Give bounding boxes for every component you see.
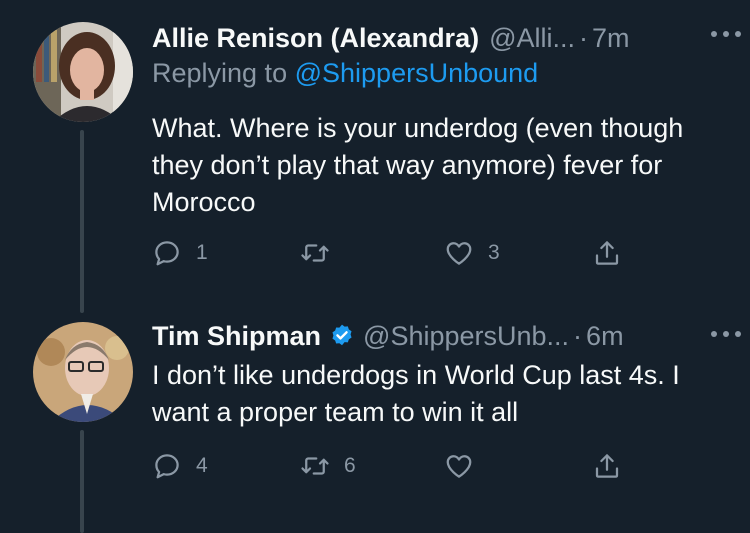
tweet-header: Tim Shipman @ShippersUnb... · 6m xyxy=(152,316,730,356)
retweet-button[interactable] xyxy=(300,235,344,271)
more-icon[interactable] xyxy=(708,26,744,42)
reply-icon xyxy=(155,454,179,479)
tweet-text: I don’t like underdogs in World Cup last… xyxy=(152,360,680,427)
retweet-count: 6 xyxy=(344,454,356,477)
reply-icon xyxy=(155,241,179,266)
separator-dot: · xyxy=(573,320,583,351)
like-icon xyxy=(446,242,472,265)
replying-to-label: Replying to xyxy=(152,58,288,88)
user-handle[interactable]: @Alli... xyxy=(489,23,575,54)
reply-button[interactable]: 1 xyxy=(152,235,208,271)
tweet-allie-renison[interactable]: Allie Renison (Alexandra) @Alli... · 7m … xyxy=(0,0,750,300)
avatar[interactable] xyxy=(33,22,133,122)
more-icon[interactable] xyxy=(708,326,744,342)
tweet-text: What. Where is your underdog (even thoug… xyxy=(152,113,684,217)
display-name[interactable]: Allie Renison (Alexandra) xyxy=(152,23,479,54)
thread-line xyxy=(80,430,84,533)
verified-badge-icon xyxy=(332,324,352,346)
share-icon xyxy=(595,454,619,478)
retweet-icon xyxy=(301,457,329,475)
action-bar: 1 3 xyxy=(152,235,632,271)
replying-to: Replying to @ShippersUnbound xyxy=(152,58,538,89)
tweet-header: Allie Renison (Alexandra) @Alli... · 7m xyxy=(152,18,730,58)
share-button[interactable] xyxy=(592,448,622,484)
thread-line xyxy=(80,130,84,313)
display-name[interactable]: Tim Shipman xyxy=(152,321,321,352)
timestamp[interactable]: 6m xyxy=(586,321,624,352)
user-handle[interactable]: @ShippersUnb... xyxy=(363,321,569,352)
timestamp[interactable]: 7m xyxy=(592,23,630,54)
reply-count: 1 xyxy=(196,241,208,264)
avatar[interactable] xyxy=(33,322,133,422)
like-icon xyxy=(446,455,472,478)
reply-button[interactable]: 4 xyxy=(152,448,208,484)
share-icon xyxy=(595,241,619,265)
reply-count: 4 xyxy=(196,454,208,477)
tweet-tim-shipman[interactable]: Tim Shipman @ShippersUnb... · 6m I don’t… xyxy=(0,300,750,533)
share-button[interactable] xyxy=(592,235,622,271)
replying-to-handle-link[interactable]: @ShippersUnbound xyxy=(295,58,539,88)
action-bar: 4 6 xyxy=(152,448,632,484)
like-button[interactable] xyxy=(444,448,488,484)
separator-dot: · xyxy=(579,22,588,53)
like-button[interactable]: 3 xyxy=(444,235,500,271)
like-count: 3 xyxy=(488,241,500,264)
retweet-icon xyxy=(301,244,329,262)
retweet-button[interactable]: 6 xyxy=(300,448,356,484)
